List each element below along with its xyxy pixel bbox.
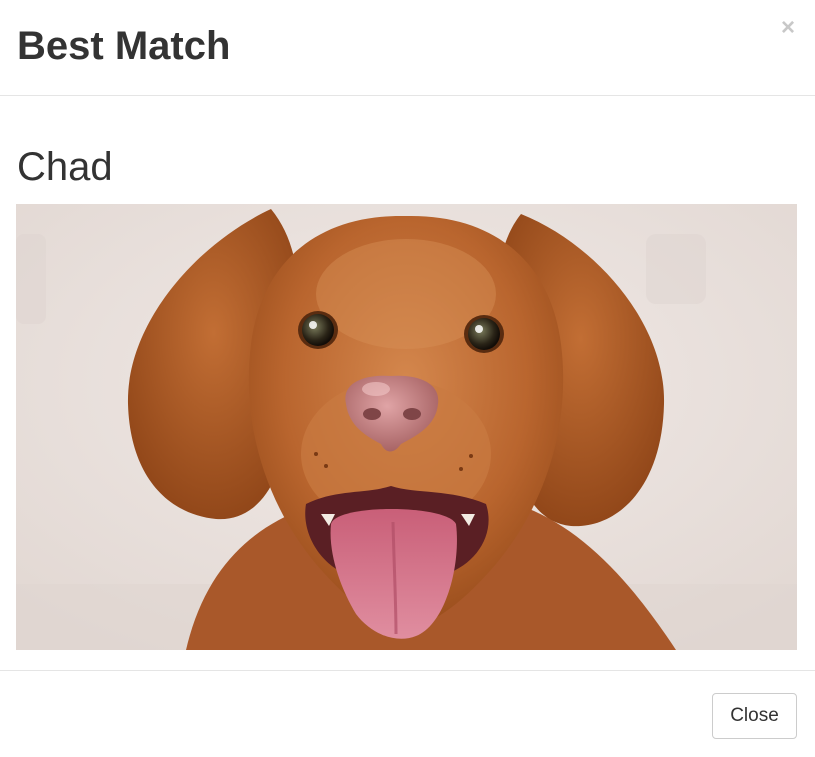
- modal-title: Best Match: [17, 24, 231, 68]
- best-match-modal: Best Match × Chad Close: [0, 0, 815, 757]
- close-icon[interactable]: ×: [779, 16, 797, 40]
- match-name: Chad: [17, 145, 113, 189]
- dog-illustration: [16, 204, 797, 650]
- modal-header: Best Match ×: [0, 0, 815, 96]
- modal-footer: Close: [0, 670, 815, 757]
- modal-body: Chad: [0, 96, 815, 670]
- close-button[interactable]: Close: [712, 693, 797, 739]
- dog-photo: [16, 204, 797, 650]
